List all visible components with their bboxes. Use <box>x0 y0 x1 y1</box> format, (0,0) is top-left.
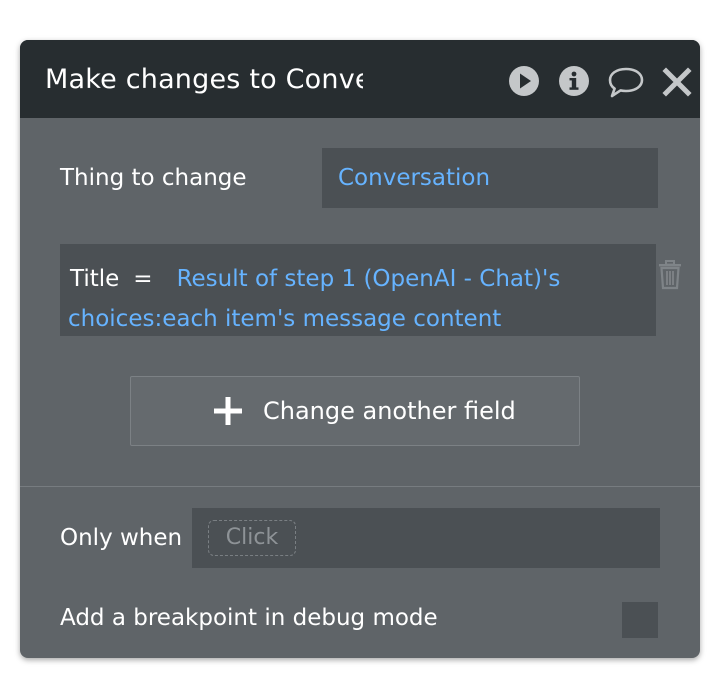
comment-icon[interactable] <box>606 64 646 98</box>
section-divider <box>20 486 700 487</box>
only-when-click-placeholder[interactable]: Click <box>208 520 296 556</box>
dialog-title: Make changes to Conversation <box>45 64 363 95</box>
only-when-label: Only when <box>60 525 183 551</box>
change-another-field-button[interactable]: Change another field <box>130 376 580 446</box>
thing-to-change-value: Conversation <box>338 165 491 191</box>
trash-icon[interactable] <box>656 260 684 290</box>
play-icon[interactable] <box>507 64 541 98</box>
only-when-condition-field[interactable]: Click <box>192 508 660 568</box>
field-operator: = <box>133 266 153 292</box>
breakpoint-label: Add a breakpoint in debug mode <box>60 605 438 631</box>
field-key: Title <box>70 266 120 292</box>
dialog-header: Make changes to Conversation <box>20 40 700 118</box>
make-changes-dialog: Make changes to Conversation <box>20 40 700 658</box>
thing-to-change-label: Thing to change <box>60 165 247 191</box>
field-assignment[interactable]: Title = Result of step 1 (OpenAI - Chat)'s… <box>60 244 656 336</box>
info-icon[interactable] <box>557 64 591 98</box>
change-another-field-label: Change another field <box>263 397 516 425</box>
close-icon[interactable] <box>662 64 692 98</box>
breakpoint-checkbox[interactable] <box>622 602 658 638</box>
thing-to-change-select[interactable]: Conversation <box>322 148 658 208</box>
plus-icon <box>213 396 243 426</box>
